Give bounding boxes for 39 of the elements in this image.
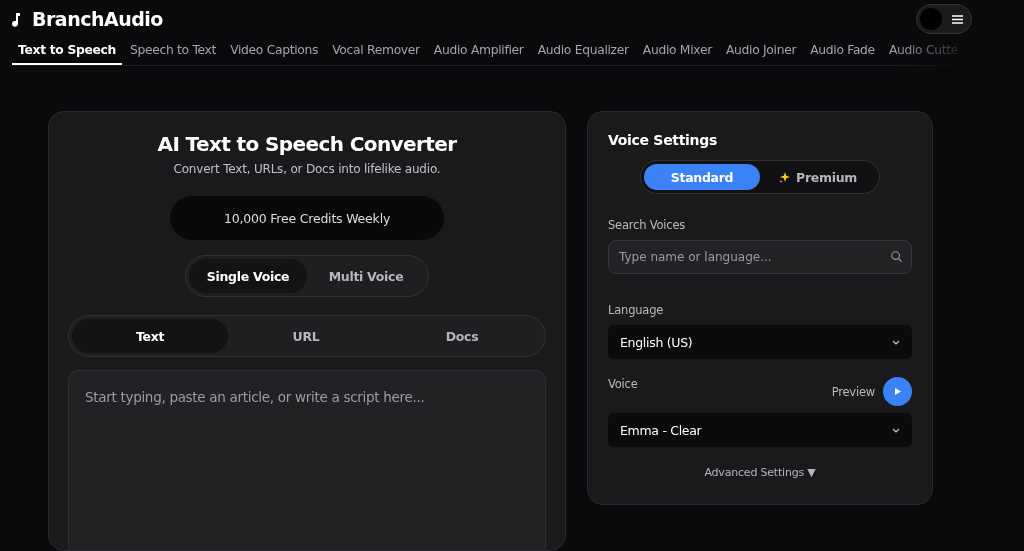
music-note-icon xyxy=(10,11,22,27)
voice-select[interactable]: Emma - Clear xyxy=(608,413,912,447)
preview-button[interactable]: Preview xyxy=(831,377,912,406)
sparkle-icon xyxy=(779,171,791,183)
nav-tab[interactable]: Vocal Remover xyxy=(326,44,426,65)
nav-tab[interactable]: Text to Speech xyxy=(12,44,122,65)
page-title: AI Text to Speech Converter xyxy=(157,132,457,156)
field-label: Voice xyxy=(608,377,638,391)
voice-mode-tab[interactable]: Multi Voice xyxy=(307,259,425,293)
credits-badge: 10,000 Free Credits Weekly xyxy=(170,196,444,240)
nav-tab[interactable]: Audio Joiner xyxy=(719,44,803,65)
nav-tab[interactable]: Audio Fade xyxy=(804,44,881,65)
panel-title: Voice Settings xyxy=(608,132,719,148)
field-label: Language xyxy=(608,303,664,317)
nav-tab[interactable]: Audio Equalizer xyxy=(531,44,635,65)
tier-tab[interactable]: Premium xyxy=(760,164,876,190)
nav-tab[interactable]: Audio Mixer xyxy=(636,44,718,65)
play-icon xyxy=(894,388,901,395)
field-label: Search Voices xyxy=(608,218,686,232)
menu-icon xyxy=(952,14,963,24)
search-field[interactable]: Type name or language... xyxy=(608,240,912,274)
language-select[interactable]: English (US) xyxy=(608,325,912,359)
input-tab[interactable]: Text xyxy=(72,319,228,353)
input-tab[interactable]: Docs xyxy=(384,319,540,353)
tier-tab[interactable]: Standard xyxy=(644,164,760,190)
voice-mode-tab[interactable]: Single Voice xyxy=(189,259,307,293)
nav-tab[interactable]: Audio Cutte xyxy=(882,44,965,65)
script-input[interactable]: Start typing, paste an article, or write a script here... xyxy=(68,370,546,550)
chevron-down-icon xyxy=(892,339,900,345)
advanced-settings-toggle[interactable]: Advanced Settings ▼ xyxy=(698,465,822,480)
nav-tab[interactable]: Audio Amplifier xyxy=(427,44,530,65)
theme-menu-toggle[interactable] xyxy=(916,4,972,35)
search-icon xyxy=(891,251,902,262)
brand-name: BranchAudio xyxy=(32,8,163,31)
input-tab[interactable]: URL xyxy=(228,319,384,353)
subtitle: Convert Text, URLs, or Docs into lifelike audio. xyxy=(173,162,441,176)
nav-tab[interactable]: Video Captions xyxy=(224,44,325,65)
nav-tab[interactable]: Speech to Text xyxy=(124,44,223,65)
chevron-down-icon xyxy=(892,427,900,433)
